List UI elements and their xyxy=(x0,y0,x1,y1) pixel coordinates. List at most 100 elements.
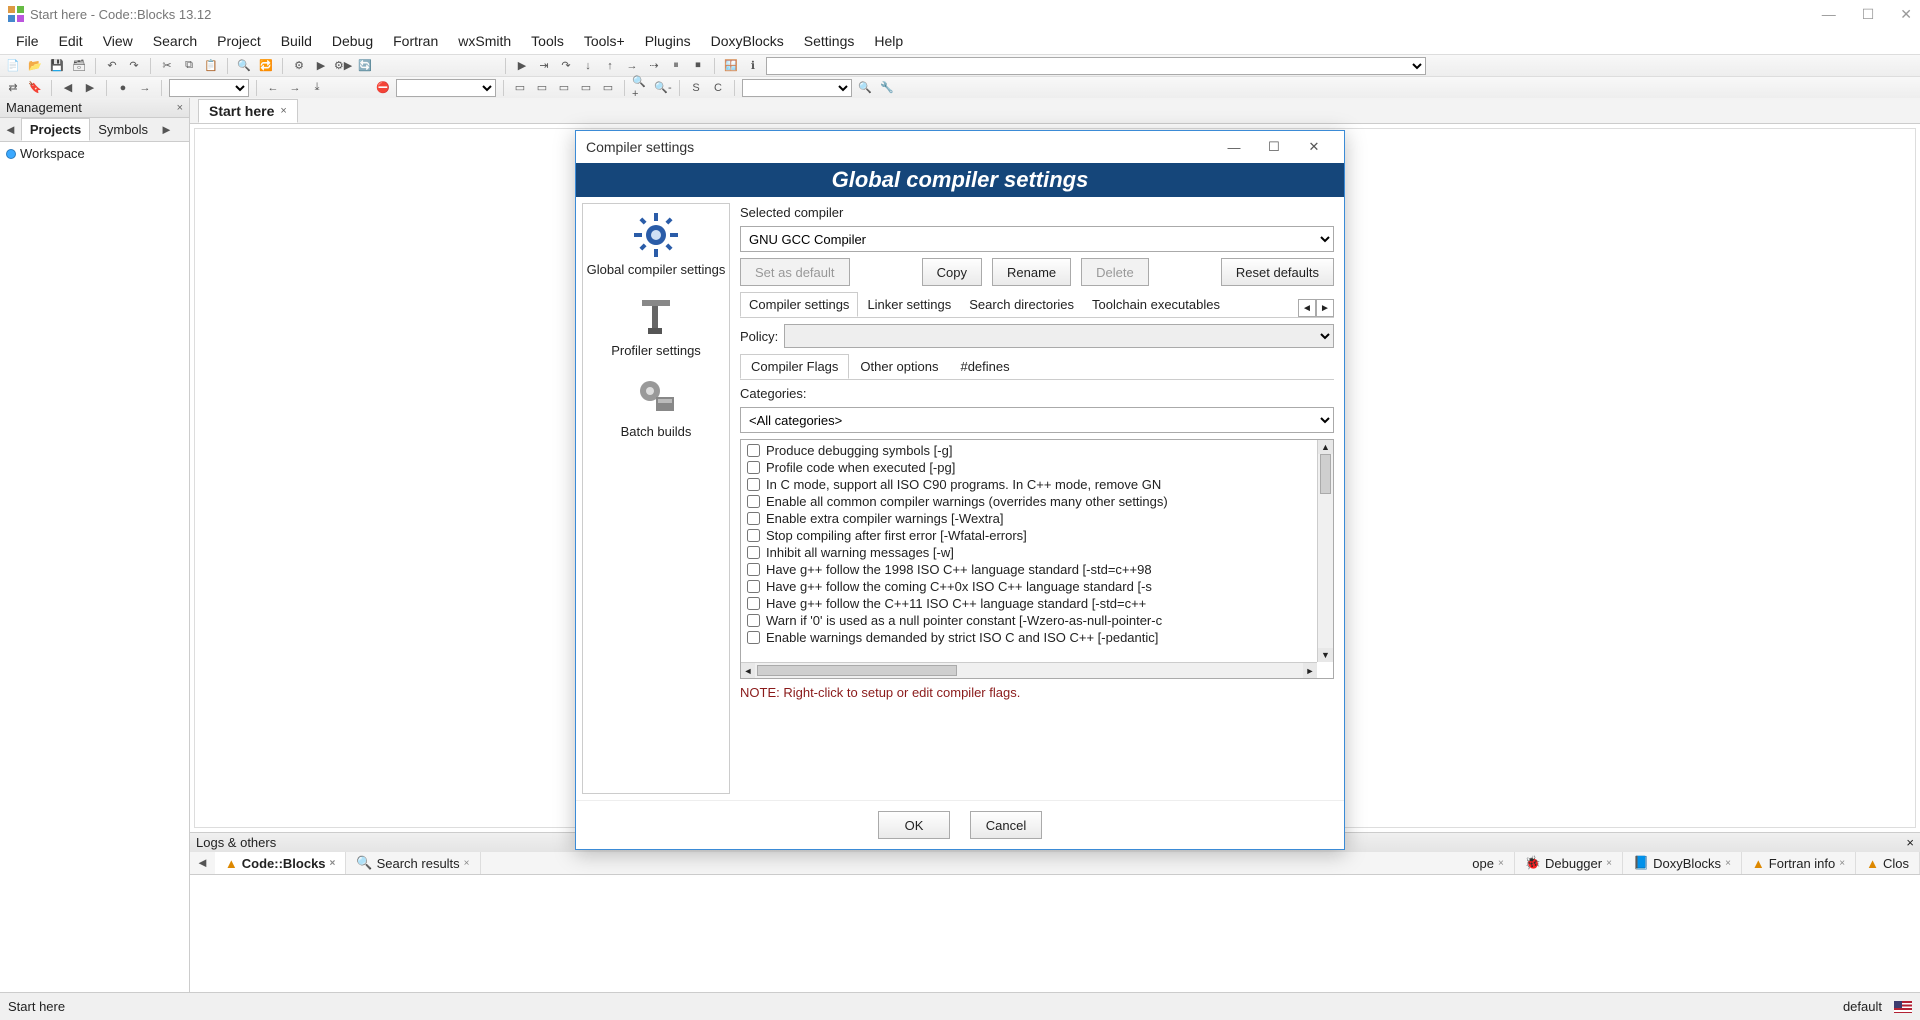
flag-item[interactable]: In C mode, support all ISO C90 programs.… xyxy=(741,476,1317,493)
flag-checkbox[interactable] xyxy=(747,529,760,542)
close-icon[interactable]: ✕ xyxy=(1900,6,1912,23)
flag-item[interactable]: Have g++ follow the coming C++0x ISO C++… xyxy=(741,578,1317,595)
debug-info-icon[interactable]: ℹ xyxy=(744,57,762,75)
save-icon[interactable]: 💾 xyxy=(48,57,66,75)
last-icon[interactable]: ⤓ xyxy=(308,79,326,97)
policy-select[interactable] xyxy=(784,324,1334,348)
ok-button[interactable]: OK xyxy=(878,811,950,839)
menu-build[interactable]: Build xyxy=(271,30,322,52)
scroll-up-icon[interactable]: ▲ xyxy=(1318,440,1333,454)
tabs-scroll-right-icon[interactable]: ► xyxy=(1316,299,1334,317)
tab-toolchain[interactable]: Toolchain executables xyxy=(1083,292,1229,317)
menu-tools[interactable]: Tools xyxy=(521,30,574,52)
paste-icon[interactable]: 📋 xyxy=(202,57,220,75)
debug-stop-icon[interactable]: ⏹ xyxy=(689,57,707,75)
prev-bookmark-icon[interactable]: ◀ xyxy=(59,79,77,97)
flag-checkbox[interactable] xyxy=(747,512,760,525)
rebuild-icon[interactable]: 🔄 xyxy=(356,57,374,75)
category-profiler[interactable]: Profiler settings xyxy=(611,293,701,358)
horizontal-scrollbar[interactable]: ◄ ► xyxy=(741,662,1317,678)
flag-checkbox[interactable] xyxy=(747,546,760,559)
reset-defaults-button[interactable]: Reset defaults xyxy=(1221,258,1334,286)
flag-item[interactable]: Profile code when executed [-pg] xyxy=(741,459,1317,476)
flag-item[interactable]: Have g++ follow the 1998 ISO C++ languag… xyxy=(741,561,1317,578)
cut-icon[interactable]: ✂ xyxy=(158,57,176,75)
next-bookmark-icon[interactable]: ▶ xyxy=(81,79,99,97)
goto-icon[interactable]: → xyxy=(136,79,154,97)
vertical-scrollbar[interactable]: ▲ ▼ xyxy=(1317,440,1333,662)
debug-break-icon[interactable]: ⏸ xyxy=(667,57,685,75)
flag-checkbox[interactable] xyxy=(747,614,760,627)
debug-continue-icon[interactable]: ▶ xyxy=(513,57,531,75)
scroll-right-icon[interactable]: ► xyxy=(1303,663,1317,678)
menu-wxsmith[interactable]: wxSmith xyxy=(448,30,521,52)
zoom-in-icon[interactable]: 🔍+ xyxy=(632,79,650,97)
menu-search[interactable]: Search xyxy=(143,30,207,52)
scroll-down-icon[interactable]: ▼ xyxy=(1318,648,1333,662)
build-icon[interactable]: ⚙ xyxy=(290,57,308,75)
style-s-icon[interactable]: S xyxy=(687,79,705,97)
flag-checkbox[interactable] xyxy=(747,444,760,457)
category-batch[interactable]: Batch builds xyxy=(621,374,692,439)
delete-button[interactable]: Delete xyxy=(1081,258,1149,286)
menu-toolsplus[interactable]: Tools+ xyxy=(574,30,635,52)
zoom-out-icon[interactable]: 🔍- xyxy=(654,79,672,97)
flag-item[interactable]: Produce debugging symbols [-g] xyxy=(741,442,1317,459)
subtab-compiler-flags[interactable]: Compiler Flags xyxy=(740,354,849,379)
flag-checkbox[interactable] xyxy=(747,563,760,576)
debug-step-icon[interactable]: ↓ xyxy=(579,57,597,75)
open-icon[interactable]: 📂 xyxy=(26,57,44,75)
search-go-icon[interactable]: 🔍 xyxy=(856,79,874,97)
copy-button[interactable]: Copy xyxy=(922,258,982,286)
debug-runto-icon[interactable]: ⇥ xyxy=(535,57,553,75)
hl5-icon[interactable]: ▭ xyxy=(599,79,617,97)
back-icon[interactable]: ← xyxy=(264,79,282,97)
menu-file[interactable]: File xyxy=(6,30,49,52)
categories-select[interactable]: <All categories> xyxy=(740,407,1334,433)
scroll-thumb[interactable] xyxy=(1320,454,1331,494)
subtab-defines[interactable]: #defines xyxy=(949,354,1020,379)
debug-windows-icon[interactable]: 🪟 xyxy=(722,57,740,75)
menu-settings[interactable]: Settings xyxy=(794,30,865,52)
log-tab-debugger[interactable]: 🐞Debugger× xyxy=(1515,852,1623,874)
copy-icon[interactable]: ⧉ xyxy=(180,57,198,75)
log-tab-search[interactable]: 🔍Search results× xyxy=(346,852,480,874)
selected-compiler-select[interactable]: GNU GCC Compiler xyxy=(740,226,1334,252)
tabs-scroll-left-icon[interactable]: ◄ xyxy=(1298,299,1316,317)
dialog-close-icon[interactable]: ✕ xyxy=(1294,139,1334,155)
debug-nextinstr-icon[interactable]: → xyxy=(623,57,641,75)
log-tab-ope[interactable]: ope× xyxy=(1462,852,1515,874)
logs-close-icon[interactable]: × xyxy=(1906,835,1914,850)
flag-checkbox[interactable] xyxy=(747,495,760,508)
undo-icon[interactable]: ↶ xyxy=(103,57,121,75)
category-global[interactable]: Global compiler settings xyxy=(587,212,726,277)
editor-tab-start[interactable]: Start here × xyxy=(198,99,298,123)
menu-plugins[interactable]: Plugins xyxy=(635,30,701,52)
tab-compiler-settings[interactable]: Compiler settings xyxy=(740,292,858,317)
flag-item[interactable]: Enable warnings demanded by strict ISO C… xyxy=(741,629,1317,646)
new-icon[interactable]: 📄 xyxy=(4,57,22,75)
build-target-select[interactable] xyxy=(396,79,496,97)
menu-edit[interactable]: Edit xyxy=(49,30,93,52)
debug-stepinstr-icon[interactable]: ⇢ xyxy=(645,57,663,75)
run-icon[interactable]: ▶ xyxy=(312,57,330,75)
abort-icon[interactable]: ⛔ xyxy=(374,79,392,97)
log-tab-doxyblocks[interactable]: 📘DoxyBlocks× xyxy=(1623,852,1742,874)
log-tab-codeblocks[interactable]: ▲Code::Blocks× xyxy=(215,852,347,874)
flag-item[interactable]: Warn if '0' is used as a null pointer co… xyxy=(741,612,1317,629)
management-tab-right-icon[interactable]: ► xyxy=(156,120,177,139)
tab-search-dirs[interactable]: Search directories xyxy=(960,292,1083,317)
hl1-icon[interactable]: ▭ xyxy=(511,79,529,97)
bookmark-icon[interactable]: 🔖 xyxy=(26,79,44,97)
flag-item[interactable]: Enable extra compiler warnings [-Wextra] xyxy=(741,510,1317,527)
flag-item[interactable]: Stop compiling after first error [-Wfata… xyxy=(741,527,1317,544)
flag-item[interactable]: Have g++ follow the C++11 ISO C++ langua… xyxy=(741,595,1317,612)
workspace-node[interactable]: Workspace xyxy=(6,146,183,161)
hl4-icon[interactable]: ▭ xyxy=(577,79,595,97)
goto-func-select[interactable] xyxy=(169,79,249,97)
log-tab-fortran[interactable]: ▲Fortran info× xyxy=(1742,852,1856,874)
menu-doxyblocks[interactable]: DoxyBlocks xyxy=(701,30,794,52)
management-tab-left-icon[interactable]: ◄ xyxy=(0,120,21,139)
style-c-icon[interactable]: C xyxy=(709,79,727,97)
scroll-left-icon[interactable]: ◄ xyxy=(741,663,755,678)
